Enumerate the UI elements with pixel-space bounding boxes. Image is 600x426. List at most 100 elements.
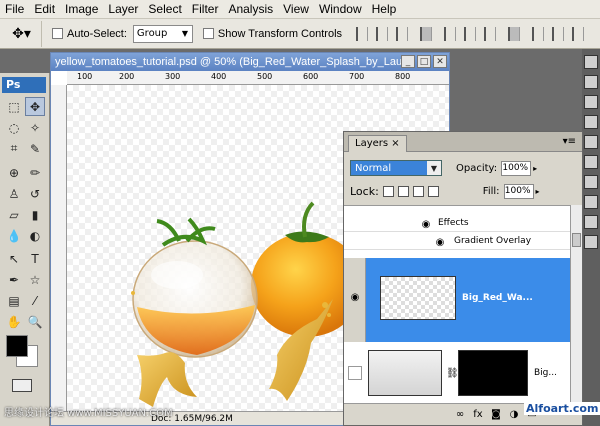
effects-label: Effects [438, 218, 469, 228]
close-icon[interactable]: × [391, 138, 399, 149]
color-panel-icon[interactable] [584, 215, 598, 229]
actions-panel-icon[interactable] [584, 75, 598, 89]
paths-panel-icon[interactable] [584, 155, 598, 169]
history-brush-icon[interactable]: ↺ [25, 184, 45, 203]
menu-window[interactable]: Window [314, 0, 367, 19]
styles-panel-icon[interactable] [584, 115, 598, 129]
move-tool-icon[interactable]: ✥ [25, 97, 45, 116]
lock-image-icon[interactable] [397, 185, 409, 197]
healing-brush-icon[interactable]: ⊕ [4, 163, 24, 182]
align-hcenter-icon[interactable] [464, 26, 477, 41]
navigator-panel-icon[interactable] [584, 195, 598, 209]
crop-tool-icon[interactable]: ⌗ [4, 139, 24, 158]
menu-view[interactable]: View [278, 0, 314, 19]
add-mask-icon[interactable]: ◙ [490, 409, 502, 421]
menu-edit[interactable]: Edit [29, 0, 60, 19]
eye-icon[interactable]: ◉ [432, 234, 448, 248]
notes-tool-icon[interactable]: ▤ [4, 291, 24, 310]
document-title[interactable]: yellow_tomatoes_tutorial.psd @ 50% (Big_… [51, 53, 449, 71]
swatches-panel-icon[interactable] [584, 95, 598, 109]
minimize-icon[interactable]: _ [401, 55, 415, 68]
layer-name: Big... [534, 368, 557, 378]
lasso-tool-icon[interactable]: ◌ [4, 118, 24, 137]
quick-mask-icon[interactable] [12, 379, 32, 392]
layers-scrollbar[interactable] [570, 205, 582, 403]
shape-tool-icon[interactable]: ☆ [25, 270, 45, 289]
lock-position-icon[interactable] [412, 185, 424, 197]
menu-bar: File Edit Image Layer Select Filter Anal… [0, 0, 600, 19]
eraser-tool-icon[interactable]: ▱ [4, 205, 24, 224]
close-icon[interactable]: ✕ [433, 55, 447, 68]
clone-stamp-icon[interactable]: ♙ [4, 184, 24, 203]
visibility-toggle[interactable] [348, 366, 362, 380]
lock-all-icon[interactable] [427, 185, 439, 197]
menu-filter[interactable]: Filter [187, 0, 224, 19]
menu-help[interactable]: Help [367, 0, 402, 19]
blur-tool-icon[interactable]: 💧 [4, 226, 24, 245]
blend-mode-dropdown[interactable]: Normal ▼ [350, 160, 442, 176]
maximize-icon[interactable]: □ [417, 55, 431, 68]
link-layers-icon[interactable]: ∞ [454, 409, 466, 421]
channels-panel-icon[interactable] [584, 135, 598, 149]
show-transform-checkbox[interactable] [202, 28, 214, 39]
distribute-vcenter-icon[interactable] [552, 26, 565, 41]
auto-select-checkbox[interactable] [52, 28, 63, 39]
align-right-icon[interactable] [484, 26, 497, 41]
ruler-tick: 200 [119, 72, 135, 81]
vertical-ruler [51, 85, 67, 411]
eye-icon[interactable]: ◉ [347, 292, 363, 306]
auto-select-dropdown[interactable]: Group ▼ [132, 24, 193, 43]
visibility-column: ◉ [344, 258, 366, 342]
fx-icon[interactable]: fx [472, 409, 484, 421]
fill-input[interactable]: 100% [503, 183, 534, 199]
lock-transparency-icon[interactable] [382, 185, 394, 197]
right-dock [582, 49, 600, 426]
menu-layer[interactable]: Layer [103, 0, 143, 19]
move-tool-preset-icon[interactable]: ✥▾ [2, 20, 42, 47]
slice-tool-icon[interactable]: ✎ [25, 139, 45, 158]
align-vcenter-icon[interactable] [376, 26, 389, 41]
info-panel-icon[interactable] [584, 175, 598, 189]
opacity-input[interactable]: 100% [501, 160, 532, 176]
menu-select[interactable]: Select [143, 0, 186, 19]
menu-image[interactable]: Image [60, 0, 103, 19]
ruler-tick: 500 [257, 72, 273, 81]
gradient-overlay-row[interactable]: ◉ Gradient Overlay [344, 232, 570, 250]
hand-tool-icon[interactable]: ✋ [4, 312, 24, 331]
effects-row[interactable]: ◉ Effects [344, 214, 570, 232]
brush-tool-icon[interactable]: ✏ [25, 163, 45, 182]
eyedropper-icon[interactable]: ⁄ [25, 291, 45, 310]
pen-tool-icon[interactable]: ✒ [4, 270, 24, 289]
eye-icon[interactable]: ◉ [418, 216, 434, 230]
gradient-tool-icon[interactable]: ▮ [25, 205, 45, 224]
layer-row-selected[interactable]: Big_Red_Wa... [344, 258, 570, 342]
menu-file[interactable]: File [0, 0, 29, 19]
panel-menu-icon[interactable]: ▾≡ [563, 136, 576, 147]
chevron-down-icon: ▼ [427, 161, 441, 175]
link-icon[interactable]: ⛓ [446, 368, 459, 379]
fill-arrow-icon[interactable]: ▸ [536, 187, 540, 196]
path-selection-icon[interactable]: ↖ [4, 249, 24, 268]
menu-analysis[interactable]: Analysis [223, 0, 278, 19]
type-tool-icon[interactable]: T [25, 249, 45, 268]
distribute-top-icon[interactable] [532, 26, 545, 41]
align-top-icon[interactable] [356, 26, 369, 41]
zoom-tool-icon[interactable]: 🔍 [25, 312, 45, 331]
magic-wand-icon[interactable]: ✧ [25, 118, 45, 137]
align-left-icon[interactable] [444, 26, 457, 41]
dodge-tool-icon[interactable]: ◐ [25, 226, 45, 245]
character-panel-icon[interactable] [584, 235, 598, 249]
distribute-bottom-icon[interactable] [572, 26, 585, 41]
scroll-thumb[interactable] [572, 233, 581, 247]
tab-layers[interactable]: Layers × [348, 135, 407, 152]
foreground-color-swatch[interactable] [6, 335, 28, 357]
layer-row[interactable]: ⛓ Big... [344, 344, 570, 403]
marquee-tool-icon[interactable]: ⬚ [4, 97, 24, 116]
opacity-arrow-icon[interactable]: ▸ [533, 164, 537, 173]
ruler-tick: 800 [395, 72, 411, 81]
ruler-tick: 600 [303, 72, 319, 81]
align-bottom-icon[interactable] [396, 26, 409, 41]
adjustment-layer-icon[interactable]: ◑ [508, 409, 520, 421]
history-panel-icon[interactable] [584, 55, 598, 69]
lock-buttons [382, 185, 439, 197]
